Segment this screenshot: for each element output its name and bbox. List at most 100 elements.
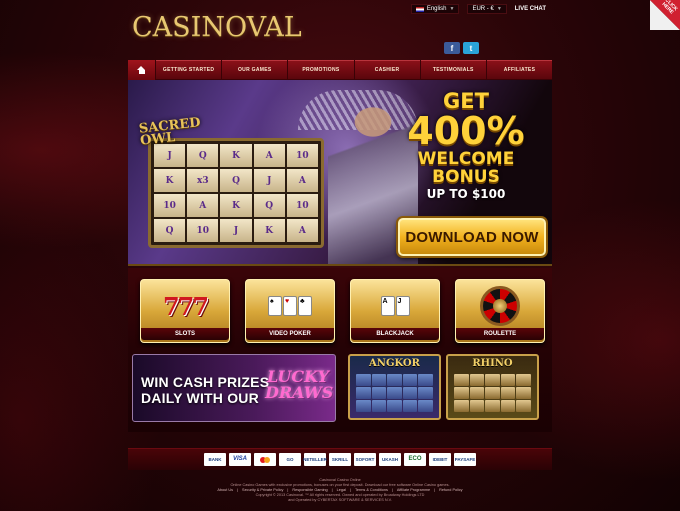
lucky-draws-banner[interactable]: WIN CASH PRIZES DAILY WITH OUR LUCKY DRA… [132,354,336,422]
home-icon [137,66,146,74]
sevens-icon: 777 [162,291,209,321]
reel-symbol: Q [253,194,285,217]
language-value: English [426,6,447,12]
roulette-wheel-icon [480,286,520,326]
reel-symbol: J [253,169,285,192]
promo-line-bonus: BONUS [432,167,500,187]
card-icon: ♠ [268,296,282,316]
game-tile-label: ROULETTE [456,328,544,340]
nav-affiliates[interactable]: AFFILIATES [487,60,552,80]
uk-flag-icon [415,6,424,12]
promotions-row: WIN CASH PRIZES DAILY WITH OUR LUCKY DRA… [128,348,552,432]
game-tile-label: VIDEO POKER [246,328,334,340]
slot-reels-image: J Q K A 10 Kx3 Q J A 10 A K Q 10 Q 10 J K A [148,138,324,248]
thumb-reels [356,374,433,412]
card-icon: J [395,296,410,316]
hero-banner[interactable]: J Q K A 10 Kx3 Q J A 10 A K Q 10 Q 10 J K A SACRED OWL GET… [128,80,552,266]
payment-logo-skrill: SKRILL [329,453,351,466]
reel-symbol: x3 [187,169,219,192]
thumb-title: ANGKOR [369,358,420,369]
nav-promotions[interactable]: PROMOTIONS [288,60,355,80]
footer-link[interactable]: Affiliate Programme [397,488,430,492]
language-selector[interactable]: English ▼ [410,4,460,14]
card-icon: ♥ [283,296,297,316]
footer-link[interactable]: Refund Policy [439,488,462,492]
footer-link-separator: | [434,488,436,492]
facebook-icon[interactable]: f [444,42,460,54]
main-nav: GETTING STARTED OUR GAMES PROMOTIONS CAS… [128,60,552,80]
reel-symbol: Q [220,169,252,192]
footer-link[interactable]: Terms & Conditions [355,488,388,492]
promo-line-percent: 400% [407,109,525,153]
payment-logo-ukash: UKASH [379,453,401,466]
reel-symbol: A [187,194,219,217]
nav-getting-started[interactable]: GETTING STARTED [156,60,223,80]
game-tile-label: SLOTS [141,328,229,340]
welcome-bonus-text: GET 400% WELCOME BONUS UP TO $100 [386,90,546,202]
payment-logo-go: GO [279,453,301,466]
game-tile-blackjack[interactable]: A J BLACKJACK [350,279,440,343]
game-thumb-rhino[interactable]: RHINO [446,354,539,420]
payment-logo-neteller: NETELLER [303,453,327,466]
thumb-reels [454,374,531,412]
payment-methods: BANK VISA GO NETELLER SKRILL SOFORT UKASH ECO ID… [128,448,552,470]
download-now-button[interactable]: DOWNLOAD NOW [398,218,546,256]
footer: Casinoval Casino Online Online Casino Ga… [128,478,552,511]
lucky-line-1: WIN CASH PRIZES [141,374,270,390]
card-icon: A [380,296,395,316]
reel-symbol: 10 [286,194,318,217]
nav-testimonials[interactable]: TESTIMONIALS [421,60,487,80]
playing-cards-icon: ♠ ♥ ♣ [268,296,312,316]
payment-logo-bank: BANK [204,453,226,466]
roulette-art [462,284,538,328]
footer-link[interactable]: About Us [217,488,233,492]
footer-link-separator: | [237,488,239,492]
currency-selector[interactable]: EUR - € ▼ [467,4,507,14]
footer-link[interactable]: Security & Private Policy [242,488,283,492]
reel-symbol: A [286,219,318,242]
lucky-draws-logo: LUCKY DRAWS [265,369,334,409]
nav-home[interactable] [128,60,156,80]
payment-logo-visa: VISA [229,453,251,466]
reel-symbol: J [220,219,252,242]
footer-link-separator: | [391,488,393,492]
reel-symbol: A [286,169,318,192]
footer-link[interactable]: Responsible Gaming [292,488,327,492]
casinoval-logo[interactable]: CASINOVAL [132,12,312,48]
chevron-down-icon: ▼ [449,6,455,12]
payment-logo-mc [254,453,276,466]
blackjack-art: A J [357,284,433,328]
game-tile-slots[interactable]: 777 SLOTS [140,279,230,343]
reel-symbol: K [220,194,252,217]
payment-logo-paysafe: PAYSAFE [454,453,476,466]
social-links: f t [444,42,479,54]
reel-symbol: 10 [187,219,219,242]
nav-cashier[interactable]: CASHIER [355,60,421,80]
footer-link-separator: | [287,488,289,492]
footer-operator: and Operated by CYBERTAX SOFTWARE & SERV… [288,498,392,502]
reel-symbol: 10 [286,144,318,167]
reel-symbol: K [220,144,252,167]
logo-text: CASINOVAL [132,12,302,43]
video-poker-art: ♠ ♥ ♣ [252,284,328,328]
twitter-icon[interactable]: t [463,42,479,54]
reel-symbol: K [253,219,285,242]
footer-link-separator: | [349,488,351,492]
thumb-title: RHINO [472,358,513,369]
game-tile-label: BLACKJACK [351,328,439,340]
playing-cards-icon: A J [380,296,410,316]
lucky-badge-line-2: DRAWS [265,383,334,402]
live-chat-link[interactable]: LIVE CHAT [515,6,546,12]
click-here-corner-badge[interactable]: CLICK HERE [650,0,680,30]
game-tile-video-poker[interactable]: ♠ ♥ ♣ VIDEO POKER [245,279,335,343]
nav-our-games[interactable]: OUR GAMES [222,60,289,80]
footer-link[interactable]: Legal [337,488,346,492]
lucky-line-2: DAILY WITH OUR [141,390,259,406]
payment-logo-eco: ECO [404,453,426,466]
slots-art: 777 [147,284,223,328]
promo-line-upto: UP TO $100 [426,187,506,201]
game-tile-roulette[interactable]: ROULETTE [455,279,545,343]
reel-symbol: A [253,144,285,167]
game-thumb-angkor[interactable]: ANGKOR [348,354,441,420]
card-icon: ♣ [298,296,312,316]
